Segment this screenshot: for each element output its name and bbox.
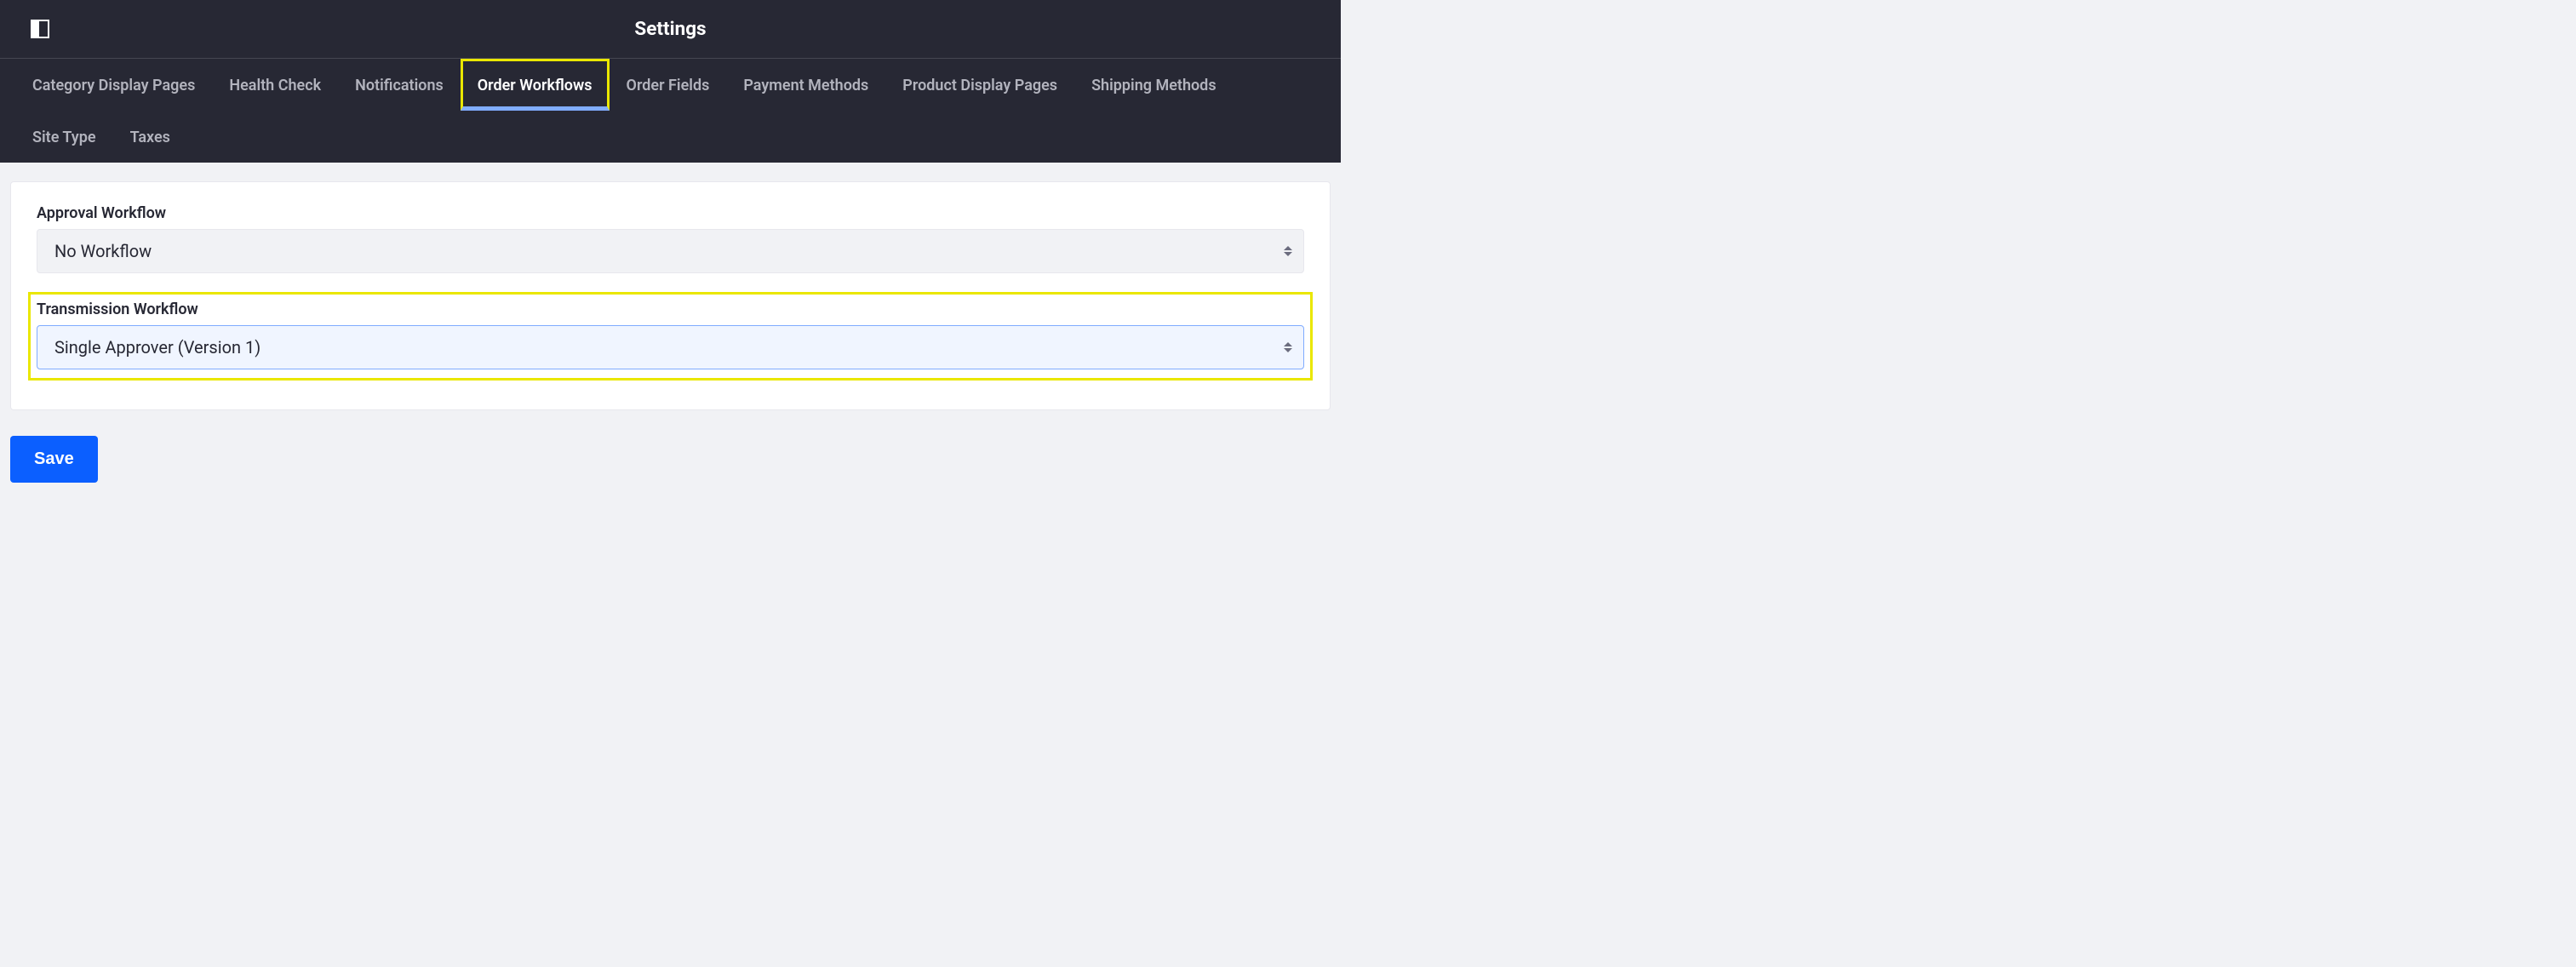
tab-payment-methods[interactable]: Payment Methods — [726, 59, 885, 111]
tab-health-check[interactable]: Health Check — [212, 59, 338, 111]
save-button[interactable]: Save — [10, 436, 98, 483]
approval-workflow-label: Approval Workflow — [37, 204, 1304, 222]
button-bar: Save — [10, 410, 1331, 483]
tabbar: Category Display Pages Health Check Noti… — [0, 59, 1341, 163]
page-title: Settings — [634, 18, 706, 40]
transmission-workflow-select[interactable]: Single Approver (Version 1) — [37, 325, 1304, 369]
approval-workflow-value: No Workflow — [37, 229, 1304, 273]
transmission-workflow-value: Single Approver (Version 1) — [37, 325, 1304, 369]
topbar: Settings — [0, 0, 1341, 59]
tab-site-type[interactable]: Site Type — [15, 111, 113, 163]
approval-workflow-field: Approval Workflow No Workflow — [37, 204, 1304, 273]
approval-workflow-select[interactable]: No Workflow — [37, 229, 1304, 273]
tab-taxes[interactable]: Taxes — [113, 111, 187, 163]
tab-product-display-pages[interactable]: Product Display Pages — [885, 59, 1074, 111]
tab-order-workflows[interactable]: Order Workflows — [461, 59, 610, 111]
content: Approval Workflow No Workflow Transmissi… — [0, 163, 1341, 483]
header: Settings Category Display Pages Health C… — [0, 0, 1341, 163]
sidebar-toggle-icon[interactable] — [31, 20, 49, 38]
tab-order-fields[interactable]: Order Fields — [610, 59, 727, 111]
settings-panel: Approval Workflow No Workflow Transmissi… — [10, 181, 1331, 410]
tab-notifications[interactable]: Notifications — [338, 59, 461, 111]
tab-shipping-methods[interactable]: Shipping Methods — [1074, 59, 1234, 111]
transmission-workflow-label: Transmission Workflow — [37, 300, 1304, 318]
transmission-workflow-field: Transmission Workflow Single Approver (V… — [28, 292, 1313, 381]
tab-category-display-pages[interactable]: Category Display Pages — [15, 59, 212, 111]
